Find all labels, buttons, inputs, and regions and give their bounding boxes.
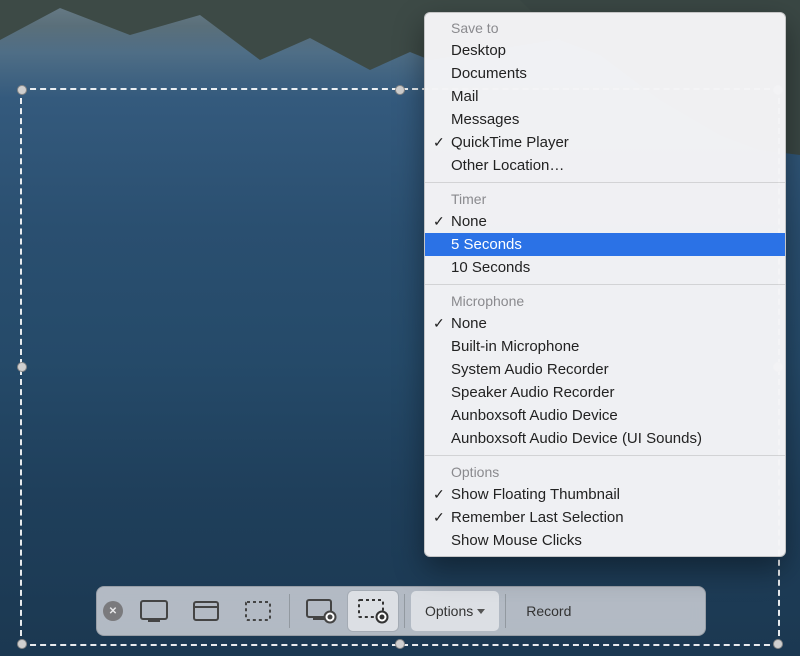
menu-separator — [425, 284, 785, 285]
menu-item-show-floating-thumbnail[interactable]: ✓ Show Floating Thumbnail — [425, 483, 785, 506]
screenshot-toolbar: ✕ — [96, 586, 706, 636]
capture-window-button[interactable] — [181, 591, 231, 631]
menu-item-label: Aunboxsoft Audio Device — [451, 407, 618, 424]
menu-item-label: 5 Seconds — [451, 236, 522, 253]
menu-item-none[interactable]: ✓ None — [425, 210, 785, 233]
menu-item-quicktime-player[interactable]: ✓ QuickTime Player — [425, 131, 785, 154]
menu-item-system-audio-recorder[interactable]: System Audio Recorder — [425, 358, 785, 381]
record-selection-button[interactable] — [348, 591, 398, 631]
menu-item-other-location[interactable]: Other Location… — [425, 154, 785, 177]
menu-item-built-in-microphone[interactable]: Built-in Microphone — [425, 335, 785, 358]
menu-item-label: System Audio Recorder — [451, 361, 609, 378]
window-icon — [191, 599, 221, 623]
menu-item-show-mouse-clicks[interactable]: Show Mouse Clicks — [425, 529, 785, 552]
resize-handle-n[interactable] — [395, 85, 405, 95]
monitor-icon — [139, 599, 169, 623]
chevron-down-icon — [477, 609, 485, 614]
menu-separator — [425, 455, 785, 456]
record-label: Record — [526, 603, 571, 619]
options-label: Options — [425, 603, 473, 619]
menu-item-label: Show Floating Thumbnail — [451, 486, 620, 503]
menu-separator — [425, 182, 785, 183]
menu-header-timer: Timer — [425, 188, 785, 210]
check-icon: ✓ — [433, 213, 445, 230]
menu-item-remember-last-selection[interactable]: ✓ Remember Last Selection — [425, 506, 785, 529]
menu-item-messages[interactable]: Messages — [425, 108, 785, 131]
selection-record-icon — [357, 598, 389, 624]
menu-item-label: None — [451, 315, 487, 332]
check-icon: ✓ — [433, 486, 445, 503]
menu-item-label: QuickTime Player — [451, 134, 569, 151]
toolbar-separator — [404, 594, 405, 628]
menu-header-options: Options — [425, 461, 785, 483]
menu-item-label: Show Mouse Clicks — [451, 532, 582, 549]
menu-item-speaker-audio-recorder[interactable]: Speaker Audio Recorder — [425, 381, 785, 404]
capture-entire-screen-button[interactable] — [129, 591, 179, 631]
menu-item-label: Mail — [451, 88, 479, 105]
menu-item-label: Remember Last Selection — [451, 509, 624, 526]
options-button[interactable]: Options — [411, 591, 499, 631]
menu-item-label: Desktop — [451, 42, 506, 59]
menu-item-documents[interactable]: Documents — [425, 62, 785, 85]
toolbar-separator — [505, 594, 506, 628]
menu-item-10-seconds[interactable]: 10 Seconds — [425, 256, 785, 279]
menu-item-none[interactable]: ✓ None — [425, 312, 785, 335]
menu-header-save-to: Save to — [425, 17, 785, 39]
menu-item-label: Messages — [451, 111, 519, 128]
menu-item-label: Other Location… — [451, 157, 564, 174]
resize-handle-w[interactable] — [17, 362, 27, 372]
menu-item-label: Speaker Audio Recorder — [451, 384, 614, 401]
toolbar-separator — [289, 594, 290, 628]
record-entire-screen-button[interactable] — [296, 591, 346, 631]
menu-item-5-seconds[interactable]: 5 Seconds — [425, 233, 785, 256]
record-button[interactable]: Record — [512, 591, 585, 631]
menu-item-mail[interactable]: Mail — [425, 85, 785, 108]
menu-item-label: Documents — [451, 65, 527, 82]
capture-selection-button[interactable] — [233, 591, 283, 631]
menu-item-label: Aunboxsoft Audio Device (UI Sounds) — [451, 430, 702, 447]
check-icon: ✓ — [433, 509, 445, 526]
menu-item-desktop[interactable]: Desktop — [425, 39, 785, 62]
desktop-wallpaper: ✕ — [0, 0, 800, 656]
menu-item-aunboxsoft-audio-device-ui-sounds[interactable]: Aunboxsoft Audio Device (UI Sounds) — [425, 427, 785, 450]
options-menu: Save to Desktop Documents Mail Messages ✓ Quic… — [424, 12, 786, 557]
menu-item-aunboxsoft-audio-device[interactable]: Aunboxsoft Audio Device — [425, 404, 785, 427]
resize-handle-nw[interactable] — [17, 85, 27, 95]
resize-handle-sw[interactable] — [17, 639, 27, 649]
check-icon: ✓ — [433, 315, 445, 332]
menu-item-label: 10 Seconds — [451, 259, 530, 276]
monitor-record-icon — [305, 598, 337, 624]
menu-item-label: Built-in Microphone — [451, 338, 579, 355]
resize-handle-s[interactable] — [395, 639, 405, 649]
selection-icon — [243, 599, 273, 623]
menu-item-label: None — [451, 213, 487, 230]
menu-header-microphone: Microphone — [425, 290, 785, 312]
close-icon[interactable]: ✕ — [103, 601, 123, 621]
check-icon: ✓ — [433, 134, 445, 151]
resize-handle-se[interactable] — [773, 639, 783, 649]
